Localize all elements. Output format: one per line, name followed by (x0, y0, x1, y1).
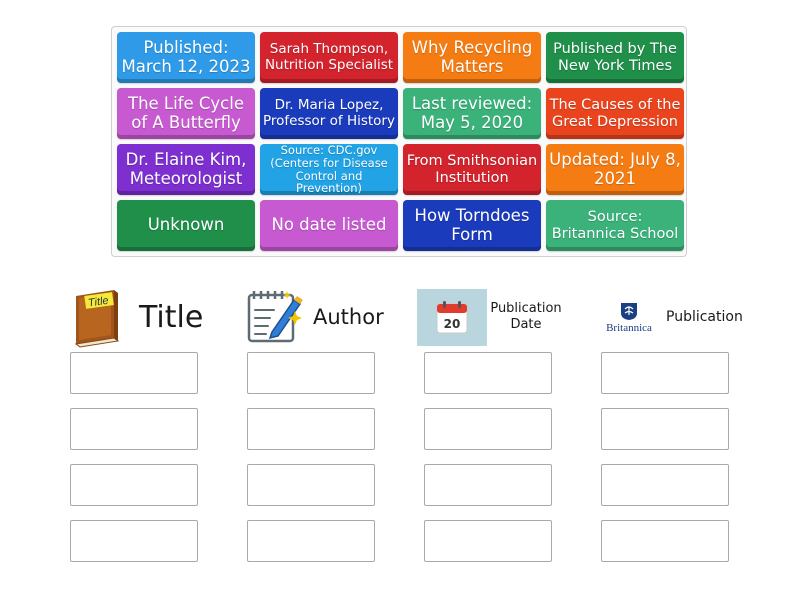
drop-zone-publication-1[interactable] (601, 352, 729, 394)
column-label-publication: Publication (666, 309, 743, 325)
tile-published-march-12-2023[interactable]: Published: March 12, 2023 (117, 32, 255, 83)
book-icon: Title (74, 290, 120, 348)
drop-zone-publication-3[interactable] (601, 464, 729, 506)
tile-why-recycling-matters[interactable]: Why Recycling Matters (403, 32, 541, 83)
tile-bank: Published: March 12, 2023 Sarah Thompson… (111, 26, 687, 257)
drop-zone-title-3[interactable] (70, 464, 198, 506)
column-header-title: Title Title (70, 286, 203, 348)
tile-dr-maria-lopez[interactable]: Dr. Maria Lopez, Professor of History (260, 88, 398, 139)
column-header-author: Author (246, 286, 384, 348)
drop-zone-author-1[interactable] (247, 352, 375, 394)
tile-life-cycle-butterfly[interactable]: The Life Cycle of A Butterfly (117, 88, 255, 139)
drop-zone-author-3[interactable] (247, 464, 375, 506)
column-header-publication: Britannica Publication (600, 286, 743, 348)
drop-zone-publication-date-4[interactable] (424, 520, 552, 562)
column-label-publication-date: Publication Date (490, 301, 562, 332)
column-label-title: Title (139, 299, 204, 335)
drop-zone-publication-date-1[interactable] (424, 352, 552, 394)
drop-zone-author-4[interactable] (247, 520, 375, 562)
notepad-pencil-icon (247, 291, 303, 343)
column-label-author: Author (313, 305, 384, 329)
drop-zone-title-4[interactable] (70, 520, 198, 562)
tile-source-britannica-school[interactable]: Source: Britannica School (546, 200, 684, 251)
drop-zone-publication-2[interactable] (601, 408, 729, 450)
tile-source-cdc[interactable]: Source: CDC.gov (Centers for Disease Con… (260, 143, 398, 195)
drop-zone-title-1[interactable] (70, 352, 198, 394)
drop-zone-title-2[interactable] (70, 408, 198, 450)
tile-updated-july-8-2021[interactable]: Updated: July 8, 2021 (546, 144, 684, 195)
drop-zone-publication-4[interactable] (601, 520, 729, 562)
tile-unknown[interactable]: Unknown (117, 200, 255, 251)
tile-dr-elaine-kim[interactable]: Dr. Elaine Kim, Meteorologist (117, 144, 255, 195)
calendar-icon: 20 (417, 288, 487, 346)
tile-published-by-nyt[interactable]: Published by The New York Times (546, 32, 684, 83)
tile-no-date-listed[interactable]: No date listed (260, 200, 398, 251)
britannica-logo: Britannica (600, 301, 658, 334)
column-header-publication-date: 20 Publication Date (417, 286, 563, 348)
tile-from-smithsonian[interactable]: From Smithsonian Institution (403, 144, 541, 195)
tile-how-tornadoes-form[interactable]: How Torndoes Form (403, 200, 541, 251)
calendar-icon-number: 20 (444, 317, 461, 331)
drop-zone-publication-date-2[interactable] (424, 408, 552, 450)
britannica-logo-text: Britannica (606, 321, 652, 334)
tile-causes-great-depression[interactable]: The Causes of the Great Depression (546, 88, 684, 139)
tile-last-reviewed-may-5-2020[interactable]: Last reviewed: May 5, 2020 (403, 88, 541, 139)
tile-sarah-thompson[interactable]: Sarah Thompson, Nutrition Specialist (260, 32, 398, 83)
drop-zone-author-2[interactable] (247, 408, 375, 450)
drop-zone-publication-date-3[interactable] (424, 464, 552, 506)
